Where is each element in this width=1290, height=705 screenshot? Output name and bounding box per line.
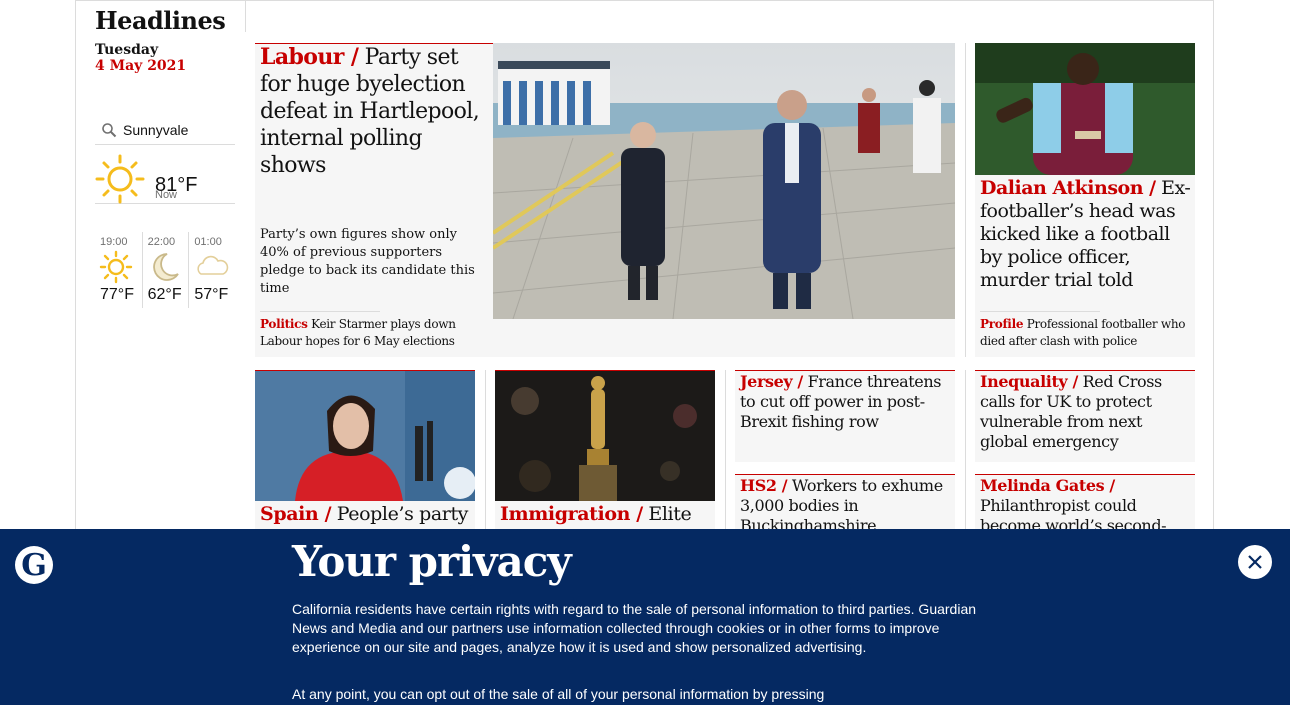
weather-location: Sunnyvale	[123, 122, 189, 138]
story-kicker: HS2 /	[740, 476, 788, 495]
lead-photo-illustration	[493, 43, 955, 319]
story-headline[interactable]: Immigration / Elite	[500, 504, 712, 524]
story-image[interactable]	[255, 371, 475, 501]
story-image[interactable]	[495, 371, 715, 501]
sun-icon	[99, 250, 133, 284]
divider	[260, 311, 380, 312]
side-story-headline[interactable]: Dalian Atkinson / Ex-footballer’s head w…	[980, 177, 1192, 292]
lead-image[interactable]	[493, 43, 955, 319]
story-kicker: Inequality /	[980, 372, 1078, 391]
forecast-temp: 77°F	[100, 286, 134, 303]
side-story-sublink-kicker: Profile	[980, 317, 1024, 331]
story-headline-text: People’s party	[336, 503, 469, 525]
privacy-paragraph: California residents have certain rights…	[292, 601, 977, 655]
divider	[965, 43, 966, 357]
politician-photo-illustration	[255, 371, 475, 501]
date-full: 4 May 2021	[95, 58, 187, 74]
divider	[965, 370, 966, 530]
forecast-item: 01:00 57°F	[188, 232, 235, 308]
moon-icon	[152, 253, 179, 281]
forecast-temp: 57°F	[194, 286, 229, 303]
forecast-item: 22:00 62°F	[141, 232, 189, 308]
privacy-paragraph: At any point, you can opt out of the sal…	[292, 686, 825, 702]
search-icon	[102, 123, 117, 138]
lead-sublink-kicker: Politics	[260, 317, 308, 331]
cloud-icon	[197, 255, 229, 275]
side-story-sublink[interactable]: Profile Professional footballer who died…	[980, 316, 1190, 350]
forecast-temp: 62°F	[147, 286, 182, 303]
date-day: Tuesday	[95, 42, 159, 58]
lead-standfirst: Party’s own figures show only 40% of pre…	[260, 227, 475, 296]
divider	[245, 0, 246, 32]
side-story-kicker: Dalian Atkinson /	[980, 177, 1156, 199]
story-headline-text: Elite	[648, 503, 692, 525]
story-headline[interactable]: Melinda Gates / Philanthropist could bec…	[980, 476, 1192, 536]
story-kicker: Melinda Gates /	[980, 476, 1115, 495]
forecast-time: 19:00	[100, 236, 128, 248]
divider	[485, 370, 486, 530]
forecast-item: 19:00 77°F	[95, 232, 142, 308]
weather-now-temp: 81°F	[155, 174, 198, 196]
privacy-title: Your privacy	[292, 537, 572, 586]
weather-forecast: 19:00 77°F 22:00 62°F 01:00 57°F	[95, 232, 235, 308]
guardian-logo-icon: G	[15, 546, 53, 584]
lead-kicker: Labour /	[260, 44, 359, 70]
weather-widget: Sunnyvale Now 81°F 19:00 77°F 22:00 62°F…	[95, 116, 235, 308]
forecast-time: 22:00	[147, 236, 176, 248]
divider	[725, 370, 726, 530]
story-headline[interactable]: HS2 / Workers to exhume 3,000 bodies in …	[740, 476, 952, 536]
lead-sublink[interactable]: Politics Keir Starmer plays down Labour …	[260, 316, 480, 350]
story-kicker: Jersey /	[740, 372, 803, 391]
story-headline[interactable]: Inequality / Red Cross calls for UK to p…	[980, 372, 1192, 452]
story-kicker: Immigration /	[500, 503, 643, 525]
story-headline[interactable]: Spain / People’s party	[260, 504, 472, 524]
story-headline[interactable]: Jersey / France threatens to cut off pow…	[740, 372, 952, 432]
close-button[interactable]	[1238, 545, 1272, 579]
statuette-photo-illustration	[495, 371, 715, 501]
close-icon	[1248, 555, 1262, 569]
forecast-time: 01:00	[194, 236, 222, 248]
privacy-banner: G Your privacy California residents have…	[0, 529, 1290, 705]
footballer-photo-illustration	[975, 43, 1195, 175]
side-story-image[interactable]	[975, 43, 1195, 175]
lead-headline[interactable]: Labour / Party set for huge byelection d…	[260, 44, 485, 179]
story-kicker: Spain /	[260, 503, 332, 525]
logo-letter: G	[21, 548, 47, 583]
section-title: Headlines	[95, 6, 226, 35]
weather-location-search[interactable]: Sunnyvale	[95, 116, 235, 145]
sun-icon	[95, 154, 145, 204]
divider	[980, 311, 1100, 312]
